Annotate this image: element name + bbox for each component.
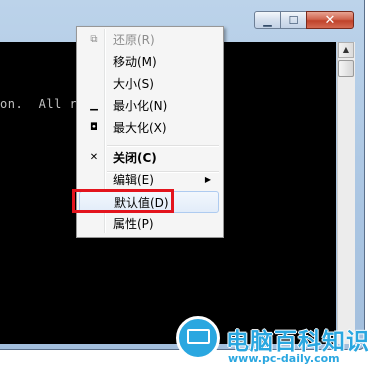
- menu-item-label: 最小化(N): [113, 99, 168, 113]
- menu-item-label: 大小(S): [113, 77, 154, 91]
- menu-item-label: 编辑(E): [113, 173, 154, 187]
- watermark-url: www.pc-daily.com: [228, 352, 340, 365]
- menu-item-label: 最大化(X): [113, 121, 167, 135]
- annotation-highlight-box: [72, 189, 174, 213]
- menu-item-label: 属性(P): [113, 217, 154, 231]
- maximize-icon: ◘: [90, 122, 98, 133]
- maximize-icon: ☐: [288, 13, 299, 27]
- menu-item-size[interactable]: 大小(S): [79, 73, 219, 95]
- close-button[interactable]: ✕: [306, 11, 354, 29]
- menu-item-edit[interactable]: 编辑(E) ▶: [79, 169, 219, 191]
- minimize-button[interactable]: ▁: [254, 11, 281, 29]
- minimize-icon: ▁: [263, 13, 272, 27]
- menu-item-label: 移动(M): [113, 55, 157, 69]
- close-icon: ✕: [324, 12, 336, 28]
- maximize-button[interactable]: ☐: [280, 11, 307, 29]
- menu-item-maximize[interactable]: ◘ 最大化(X): [79, 117, 219, 139]
- menu-item-label: 关闭(C): [113, 151, 157, 165]
- monitor-icon: [187, 329, 210, 344]
- scroll-thumb[interactable]: [338, 60, 354, 77]
- submenu-arrow-icon: ▶: [204, 175, 211, 184]
- menu-item-close[interactable]: ✕ 关闭(C): [79, 147, 219, 169]
- restore-icon: ⧉: [90, 34, 98, 45]
- minimize-icon: ▁: [90, 100, 98, 111]
- watermark-logo-icon: [176, 316, 220, 360]
- console-text: on. All r: [0, 97, 78, 111]
- scroll-up-arrow-icon[interactable]: ▲: [338, 42, 354, 58]
- menu-item-move[interactable]: 移动(M): [79, 51, 219, 73]
- vertical-scrollbar[interactable]: ▲: [337, 42, 355, 344]
- menu-item-label: 还原(R): [113, 33, 155, 47]
- menu-item-properties[interactable]: 属性(P): [79, 213, 219, 235]
- watermark-title: 电脑百科知识: [226, 329, 370, 355]
- menu-item-restore[interactable]: ⧉ 还原(R): [79, 29, 219, 51]
- close-icon: ✕: [89, 152, 99, 163]
- menu-item-minimize[interactable]: ▁ 最小化(N): [79, 95, 219, 117]
